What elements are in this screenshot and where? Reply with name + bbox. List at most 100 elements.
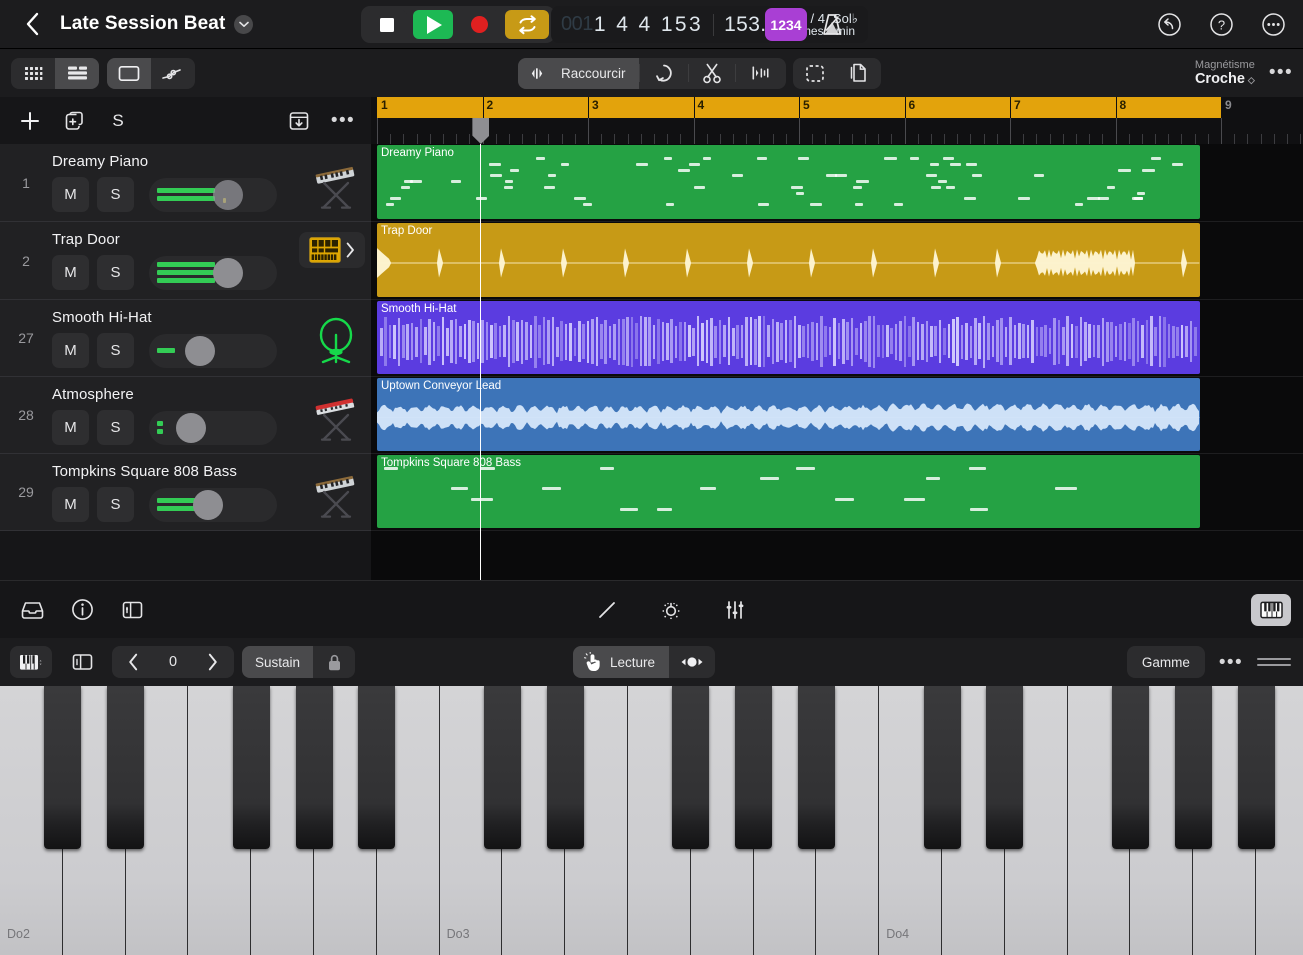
undo-button[interactable] xyxy=(1147,3,1191,47)
instrument-selector[interactable] xyxy=(10,646,52,678)
solo-all-button[interactable]: S xyxy=(96,99,140,143)
count-in-button[interactable]: 1234 xyxy=(765,8,807,41)
add-track-button[interactable] xyxy=(8,99,52,143)
track-instrument-icon[interactable] xyxy=(301,144,371,221)
marquee-tool-button[interactable] xyxy=(793,58,837,89)
volume-fader[interactable] xyxy=(149,488,277,522)
mute-button[interactable]: M xyxy=(52,177,89,212)
playhead[interactable] xyxy=(480,144,481,580)
project-title-group[interactable]: Late Session Beat xyxy=(54,13,253,35)
scale-button[interactable]: Gamme xyxy=(1127,646,1205,678)
solo-button[interactable]: S xyxy=(97,487,134,522)
play-button[interactable] xyxy=(413,10,453,39)
metronome-button[interactable] xyxy=(812,6,852,43)
fader-knob[interactable] xyxy=(213,180,243,210)
volume-fader[interactable] xyxy=(149,256,277,290)
region-tool-button[interactable] xyxy=(107,58,151,89)
track-header[interactable]: 29 Tompkins Square 808 Bass M S xyxy=(0,454,371,531)
audio-region[interactable]: Tompkins Square 808 Bass xyxy=(377,455,1200,528)
mute-button[interactable]: M xyxy=(52,255,89,290)
sustain-lock-button[interactable] xyxy=(313,646,355,678)
trim-tool-button[interactable]: Raccourcir xyxy=(518,58,639,89)
grabber-icon[interactable] xyxy=(1257,656,1291,668)
black-key[interactable] xyxy=(296,686,333,849)
stop-button[interactable] xyxy=(367,10,407,39)
black-key[interactable] xyxy=(1238,686,1275,849)
black-key[interactable] xyxy=(107,686,144,849)
black-key[interactable] xyxy=(1175,686,1212,849)
octave-prev-button[interactable] xyxy=(112,646,155,678)
track-lane[interactable]: Uptown Conveyor Lead xyxy=(371,377,1303,454)
chevron-down-icon[interactable] xyxy=(234,15,253,34)
track-instrument-icon[interactable] xyxy=(301,377,371,453)
mixer-button[interactable] xyxy=(713,588,757,632)
solo-button[interactable]: S xyxy=(97,333,134,368)
keyboard-toggle-button[interactable] xyxy=(1251,594,1291,626)
sustain-button[interactable]: Sustain xyxy=(242,646,313,678)
track-lane[interactable]: Tompkins Square 808 Bass xyxy=(371,454,1303,531)
track-header[interactable]: 2 Trap Door M S xyxy=(0,222,371,300)
duplicate-track-button[interactable] xyxy=(52,99,96,143)
cycle-button[interactable] xyxy=(505,10,549,39)
black-key[interactable] xyxy=(798,686,835,849)
keyboard-more-button[interactable]: ••• xyxy=(1219,653,1243,672)
track-header[interactable]: 27 Smooth Hi-Hat M S xyxy=(0,300,371,377)
black-key[interactable] xyxy=(986,686,1023,849)
black-key[interactable] xyxy=(924,686,961,849)
track-lane[interactable]: Trap Door xyxy=(371,222,1303,300)
black-key[interactable] xyxy=(1112,686,1149,849)
volume-fader[interactable] xyxy=(149,178,277,212)
split-tool-button[interactable] xyxy=(736,58,786,89)
panel-toggle-button[interactable] xyxy=(110,588,154,632)
solo-button[interactable]: S xyxy=(97,410,134,445)
duplicate-tool-button[interactable] xyxy=(837,58,881,89)
audio-region[interactable]: Uptown Conveyor Lead xyxy=(377,378,1200,451)
scissors-tool-button[interactable] xyxy=(689,58,735,89)
black-key[interactable] xyxy=(547,686,584,849)
black-key[interactable] xyxy=(358,686,395,849)
play-mode-button[interactable]: Lecture xyxy=(573,646,669,678)
fader-knob[interactable] xyxy=(193,490,223,520)
octave-next-button[interactable] xyxy=(191,646,234,678)
audio-region[interactable]: Dreamy Piano xyxy=(377,145,1200,219)
black-key[interactable] xyxy=(484,686,521,849)
track-instrument-icon[interactable] xyxy=(301,300,371,376)
black-key[interactable] xyxy=(672,686,709,849)
piano-keyboard[interactable]: Do2 Do3 xyxy=(0,686,1303,955)
mute-button[interactable]: M xyxy=(52,410,89,445)
track-panel-more-button[interactable]: ••• xyxy=(321,99,365,143)
track-instrument-icon[interactable] xyxy=(301,454,371,530)
mute-button[interactable]: M xyxy=(52,333,89,368)
keyboard-layout-button[interactable] xyxy=(60,640,104,684)
fader-knob[interactable] xyxy=(176,413,206,443)
playhead-handle[interactable] xyxy=(472,118,489,144)
brightness-button[interactable] xyxy=(649,588,693,632)
black-key[interactable] xyxy=(735,686,772,849)
black-key[interactable] xyxy=(44,686,81,849)
library-button[interactable] xyxy=(10,588,54,632)
record-button[interactable] xyxy=(459,10,499,39)
more-options-button[interactable] xyxy=(1251,3,1295,47)
pencil-button[interactable] xyxy=(585,588,629,632)
fader-knob[interactable] xyxy=(213,258,243,288)
tracks-view-button[interactable] xyxy=(55,58,99,89)
audio-region[interactable]: Smooth Hi-Hat xyxy=(377,301,1200,374)
track-header[interactable]: 1 Dreamy Piano M S xyxy=(0,144,371,222)
audio-region[interactable]: Trap Door xyxy=(377,223,1200,297)
info-button[interactable] xyxy=(60,588,104,632)
solo-button[interactable]: S xyxy=(97,255,134,290)
grid-view-button[interactable] xyxy=(11,58,55,89)
volume-fader[interactable] xyxy=(149,334,277,368)
ruler[interactable]: 123456789 xyxy=(371,97,1303,144)
import-button[interactable] xyxy=(277,99,321,143)
track-header[interactable]: 28 Atmosphere M S xyxy=(0,377,371,454)
back-button[interactable] xyxy=(10,2,54,46)
snap-setting[interactable]: Magnétisme Croche◇ xyxy=(1195,59,1255,88)
track-lane[interactable]: Dreamy Piano xyxy=(371,144,1303,222)
mute-button[interactable]: M xyxy=(52,487,89,522)
black-key[interactable] xyxy=(233,686,270,849)
volume-fader[interactable] xyxy=(149,411,277,445)
patch-button[interactable] xyxy=(299,232,365,268)
track-lane[interactable]: Smooth Hi-Hat xyxy=(371,300,1303,377)
automation-tool-button[interactable] xyxy=(151,58,195,89)
